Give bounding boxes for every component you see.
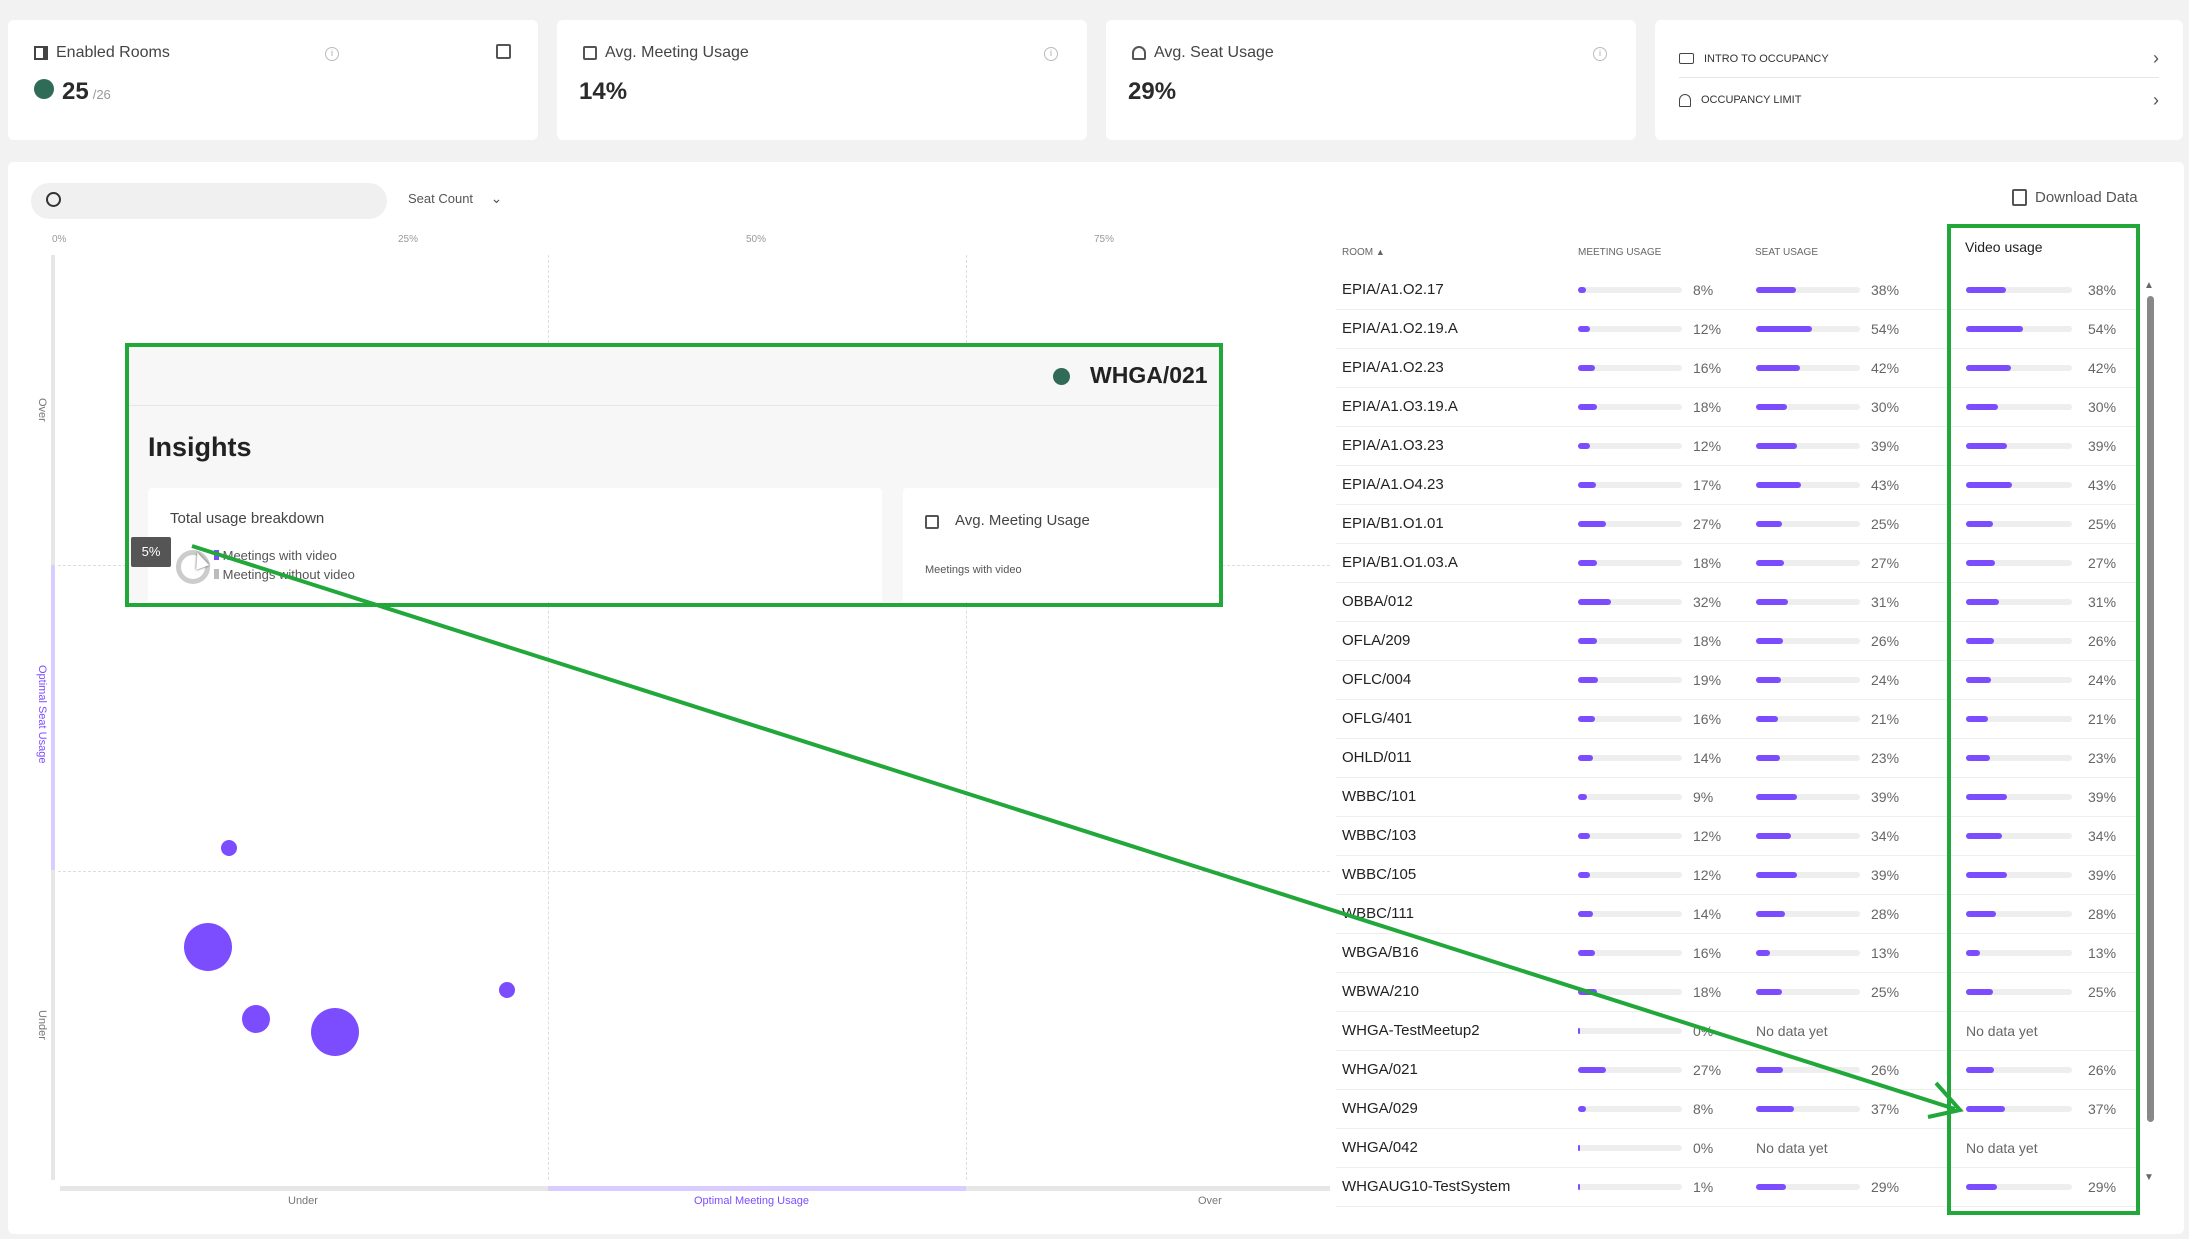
highlight-arrow: [191, 544, 1964, 1119]
